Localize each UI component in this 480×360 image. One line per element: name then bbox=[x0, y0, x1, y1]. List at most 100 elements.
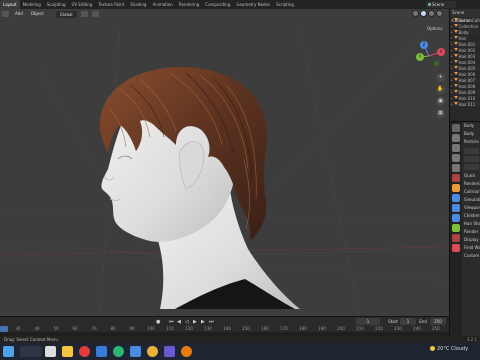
blender-app-icon[interactable] bbox=[181, 346, 192, 357]
media-app-icon[interactable] bbox=[164, 346, 175, 357]
task-view-icon[interactable] bbox=[45, 346, 56, 357]
modifier-tab-icon[interactable] bbox=[452, 194, 460, 202]
gizmo-neg-y-axis[interactable] bbox=[434, 61, 439, 66]
property-field[interactable] bbox=[464, 148, 479, 154]
property-field[interactable] bbox=[464, 156, 479, 162]
gizmo-z-axis[interactable]: Z bbox=[420, 41, 428, 49]
tab-shading[interactable]: Shading bbox=[127, 0, 149, 9]
taskbar-search-box[interactable] bbox=[20, 346, 42, 357]
property-row[interactable]: Hair Shape bbox=[462, 220, 480, 228]
expand-arrow-icon[interactable]: ▸ bbox=[451, 78, 453, 82]
store-icon[interactable] bbox=[96, 346, 107, 357]
constraints-tab-icon[interactable] bbox=[452, 224, 460, 232]
solid-shading-icon[interactable] bbox=[420, 10, 427, 17]
tab-rendering[interactable]: Rendering bbox=[176, 0, 202, 9]
jump-end-button[interactable]: ⏭ bbox=[208, 319, 215, 325]
3d-viewport[interactable]: Add Object Global Options X Z Y + ✋ ▣ ▦ bbox=[0, 9, 449, 316]
play-reverse-button[interactable]: ◁ bbox=[184, 319, 190, 325]
opera-browser-icon[interactable] bbox=[79, 346, 90, 357]
property-row[interactable]: Children bbox=[462, 212, 480, 220]
object-tab-icon[interactable] bbox=[452, 184, 460, 192]
next-keyframe-button[interactable]: ▶ bbox=[200, 319, 206, 325]
proportional-edit-icon[interactable] bbox=[91, 11, 99, 17]
jump-start-button[interactable]: ⏮ bbox=[168, 319, 175, 325]
property-row[interactable]: Simulation bbox=[462, 196, 480, 204]
expand-arrow-icon[interactable]: ▸ bbox=[451, 102, 453, 106]
expand-arrow-icon[interactable]: ▸ bbox=[451, 42, 453, 46]
output-tab-icon[interactable] bbox=[452, 144, 460, 152]
view-layer-tab-icon[interactable] bbox=[452, 154, 460, 162]
tab-texture-paint[interactable]: Texture Paint bbox=[95, 0, 127, 9]
render-tab-icon[interactable] bbox=[452, 134, 460, 142]
tab-uv-editing[interactable]: UV Editing bbox=[69, 0, 96, 9]
zoom-icon[interactable]: + bbox=[436, 73, 445, 82]
expand-arrow-icon[interactable]: ▸ bbox=[451, 48, 453, 52]
data-tab-icon[interactable] bbox=[452, 234, 460, 242]
editor-type-icon[interactable] bbox=[2, 11, 9, 17]
expand-arrow-icon[interactable]: ▸ bbox=[451, 30, 453, 34]
weather-widget[interactable]: 20°C Cloudy bbox=[430, 346, 468, 352]
rendered-shading-icon[interactable] bbox=[436, 10, 443, 17]
transform-orientation-dropdown[interactable]: Global bbox=[55, 10, 77, 18]
expand-arrow-icon[interactable]: ▸ bbox=[451, 18, 453, 22]
play-button[interactable]: ▶ bbox=[192, 319, 198, 325]
start-frame-field[interactable]: 1 bbox=[400, 318, 416, 325]
expand-arrow-icon[interactable]: ▸ bbox=[451, 72, 453, 76]
expand-arrow-icon[interactable]: ▸ bbox=[451, 54, 453, 58]
property-row[interactable]: Render bbox=[462, 228, 480, 236]
expand-arrow-icon[interactable]: ▸ bbox=[451, 90, 453, 94]
tool-tab-icon[interactable] bbox=[452, 124, 460, 132]
tab-layout[interactable]: Layout bbox=[0, 0, 20, 9]
material-tab-icon[interactable] bbox=[452, 244, 460, 252]
property-row[interactable]: Viewport bbox=[462, 204, 480, 212]
expand-arrow-icon[interactable]: ▸ bbox=[451, 84, 453, 88]
physics-tab-icon[interactable] bbox=[452, 214, 460, 222]
end-frame-field[interactable]: 250 bbox=[430, 318, 446, 325]
property-row[interactable]: Display bbox=[462, 236, 480, 244]
current-frame-field[interactable]: 1 bbox=[356, 318, 380, 325]
property-field[interactable] bbox=[464, 164, 479, 170]
start-menu-icon[interactable] bbox=[3, 346, 14, 357]
expand-arrow-icon[interactable]: ▸ bbox=[451, 24, 453, 28]
gizmo-x-axis[interactable]: X bbox=[437, 48, 445, 56]
options-dropdown[interactable]: Options bbox=[427, 26, 442, 31]
edge-browser-icon[interactable] bbox=[113, 346, 124, 357]
wireframe-shading-icon[interactable] bbox=[412, 10, 419, 17]
tab-modeling[interactable]: Modeling bbox=[20, 0, 44, 9]
snap-icon[interactable] bbox=[80, 11, 88, 17]
pan-hand-icon[interactable]: ✋ bbox=[436, 85, 445, 94]
particles-tab-icon[interactable] bbox=[452, 204, 460, 212]
property-row[interactable]: Field Weights bbox=[462, 244, 480, 252]
scene-tab-icon[interactable] bbox=[452, 164, 460, 172]
property-row[interactable]: Quick bbox=[462, 172, 480, 180]
add-menu[interactable]: Add bbox=[13, 10, 25, 18]
property-row[interactable]: Body bbox=[462, 130, 480, 138]
navigation-gizmo[interactable]: X Z Y bbox=[412, 39, 446, 73]
expand-arrow-icon[interactable]: ▸ bbox=[451, 66, 453, 70]
outliner-row[interactable]: ▸ Hair.011 bbox=[450, 101, 480, 107]
expand-arrow-icon[interactable]: ▸ bbox=[451, 96, 453, 100]
tab-animation[interactable]: Animation bbox=[149, 0, 175, 9]
scene-selector[interactable]: Scene bbox=[426, 1, 456, 8]
jump-start-icon[interactable]: ● bbox=[155, 319, 161, 325]
prev-keyframe-button[interactable]: ◀ bbox=[176, 319, 182, 325]
property-row[interactable]: Body bbox=[462, 122, 480, 130]
perspective-toggle-icon[interactable]: ▦ bbox=[436, 109, 445, 118]
tab-geometry-nodes[interactable]: Geometry Nodes bbox=[233, 0, 273, 9]
property-row[interactable]: Rendering bbox=[462, 180, 480, 188]
file-explorer-icon[interactable] bbox=[62, 346, 73, 357]
material-shading-icon[interactable] bbox=[428, 10, 435, 17]
property-row[interactable]: Custom Props bbox=[462, 252, 480, 260]
gizmo-y-axis[interactable]: Y bbox=[416, 53, 424, 61]
tab-scripting[interactable]: Scripting bbox=[273, 0, 297, 9]
tab-sculpting[interactable]: Sculpting bbox=[44, 0, 69, 9]
object-menu[interactable]: Object bbox=[29, 10, 46, 18]
expand-arrow-icon[interactable]: ▸ bbox=[451, 36, 453, 40]
expand-arrow-icon[interactable]: ▸ bbox=[451, 60, 453, 64]
property-row[interactable]: Particle bbox=[462, 138, 480, 146]
property-row[interactable]: Collision bbox=[462, 188, 480, 196]
camera-view-icon[interactable]: ▣ bbox=[436, 97, 445, 106]
tab-compositing[interactable]: Compositing bbox=[202, 0, 233, 9]
chrome-browser-icon[interactable] bbox=[147, 346, 158, 357]
photos-icon[interactable] bbox=[130, 346, 141, 357]
